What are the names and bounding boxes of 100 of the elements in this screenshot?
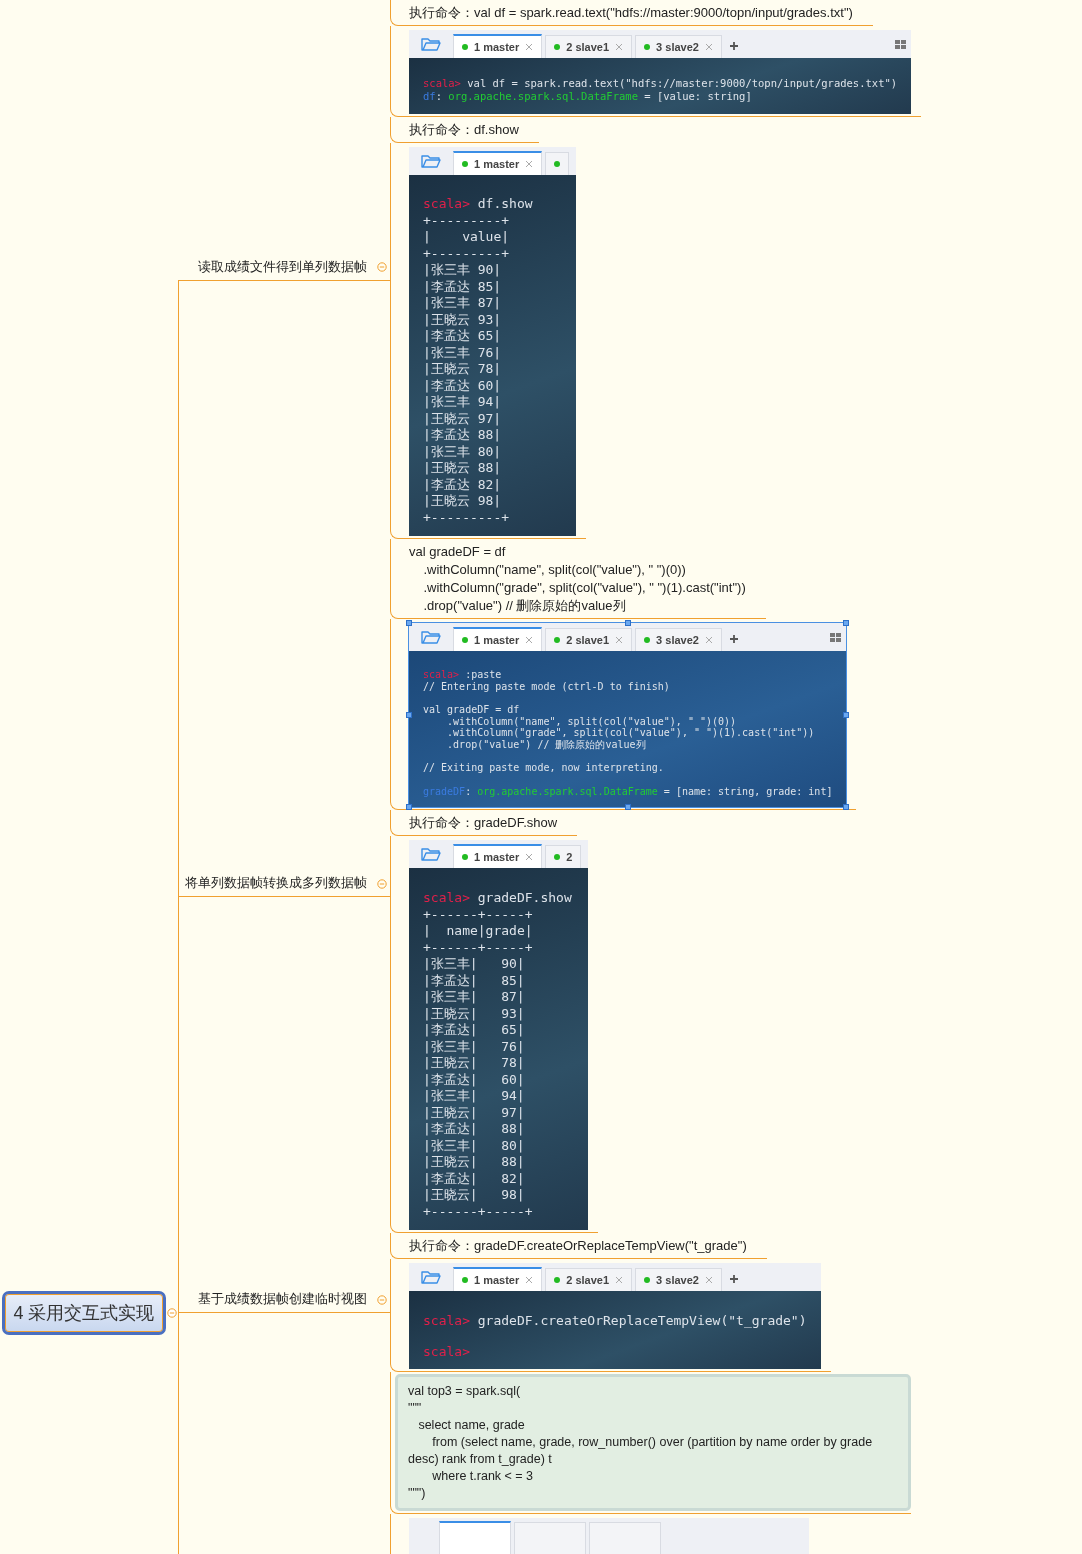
collapse-icon[interactable] — [167, 1308, 177, 1319]
terminal-line: scala> :paste — [423, 669, 503, 681]
terminal-line: |张三丰 87| — [423, 295, 503, 312]
grid-icon[interactable] — [830, 633, 843, 644]
terminal-tab[interactable]: 2 slave1 — [545, 35, 633, 58]
close-icon[interactable] — [615, 636, 624, 645]
terminal-line: |李孟达 85| — [423, 278, 503, 296]
topic-text: 执行命令：val df = spark.read.text("hdfs://master:9000/topn/input/grades.txt") — [409, 4, 853, 22]
terminal-line: +------+-----+ — [423, 939, 534, 957]
terminal-tab[interactable]: 1 master — [453, 1267, 543, 1292]
status-dot-icon — [462, 160, 468, 167]
terminal-line: |王晓云 78| — [423, 361, 503, 378]
terminal-line: scala> gradeDF.createOrReplaceTempView("t_grade") — [423, 1312, 807, 1329]
close-icon[interactable] — [615, 43, 624, 51]
terminal-line: +---------+ — [423, 509, 511, 527]
terminal-tab[interactable]: 3 slave2 — [635, 628, 722, 652]
selection-handle[interactable] — [406, 804, 412, 811]
terminal-line: |张三丰 80| — [423, 443, 503, 461]
status-dot-icon — [644, 637, 651, 644]
topic-text: 执行命令：gradeDF.show — [409, 814, 558, 833]
status-dot-icon — [554, 854, 561, 861]
folder-icon[interactable] — [421, 1269, 441, 1286]
close-icon[interactable] — [704, 43, 713, 51]
folder-icon[interactable] — [421, 629, 441, 646]
terminal-line: |李孟达 88| — [423, 427, 503, 444]
plus-icon[interactable] — [728, 41, 739, 51]
selection-handle[interactable] — [406, 620, 412, 627]
collapse-icon[interactable] — [377, 262, 387, 273]
folder-icon[interactable] — [421, 36, 441, 52]
branch-label[interactable]: 读取成绩文件得到单列数据帧 — [198, 258, 367, 276]
status-dot-icon — [462, 637, 468, 644]
status-dot-icon — [554, 637, 561, 644]
terminal-line: |李孟达| 60| — [423, 1071, 526, 1089]
selection-handle[interactable] — [843, 712, 850, 719]
terminal-line: // Entering paste mode (ctrl-D to finish) — [423, 680, 671, 693]
close-icon[interactable] — [525, 1276, 534, 1285]
close-icon[interactable] — [704, 636, 713, 645]
selection-handle[interactable] — [406, 712, 412, 719]
terminal-line: scala> val df = spark.read.text("hdfs://master:9000/topn/input/grades.txt") — [423, 76, 898, 91]
terminal-line: scala> — [423, 1343, 471, 1360]
terminal-tab[interactable] — [545, 151, 570, 175]
terminal-line: .withColumn("grade", split(col("value"), " ")(1).cast("int")) — [446, 727, 816, 739]
root-topic[interactable]: 4 采用交互式实现 — [2, 1291, 166, 1336]
close-icon[interactable] — [525, 159, 534, 168]
note-text: """) — [408, 1485, 427, 1503]
terminal-line: |张三丰 90| — [423, 262, 503, 279]
close-icon[interactable] — [615, 1276, 624, 1285]
terminal-line: |王晓云 98| — [423, 493, 503, 510]
selection-handle[interactable] — [843, 804, 850, 811]
close-icon[interactable] — [525, 43, 534, 51]
close-icon[interactable] — [704, 1276, 713, 1285]
terminal-line: scala> gradeDF.show — [423, 890, 573, 907]
folder-icon[interactable] — [421, 152, 441, 169]
terminal-line: |王晓云 93| — [423, 311, 503, 329]
selection-handle[interactable] — [843, 620, 850, 627]
terminal-line: +---------+ — [423, 212, 511, 230]
terminal-line: |张三丰| 94| — [423, 1088, 526, 1105]
grid-icon[interactable] — [895, 40, 908, 50]
plus-icon[interactable] — [728, 1274, 739, 1285]
terminal-line: |张三丰 94| — [423, 394, 503, 411]
terminal-line: |王晓云 97| — [423, 410, 503, 428]
terminal-tab[interactable]: 2 — [545, 845, 582, 869]
close-icon[interactable] — [525, 636, 534, 645]
note-text: """ — [408, 1400, 423, 1418]
topic-text: .withColumn("grade", split(col("value"), " ")(1).cast("int")) — [422, 579, 746, 598]
collapse-icon[interactable] — [377, 878, 387, 889]
terminal-tab[interactable]: 1 master — [453, 627, 543, 652]
terminal-line: |李孟达 65| — [423, 328, 503, 345]
terminal-line: |张三丰| 76| — [423, 1038, 526, 1056]
selection-handle[interactable] — [624, 804, 631, 811]
terminal-line: df: org.apache.spark.sql.DataFrame = [value: string] — [423, 90, 753, 104]
terminal-line: +------+-----+ — [423, 1203, 534, 1221]
note-text: select name, grade — [417, 1417, 526, 1435]
terminal-line: +------+-----+ — [423, 906, 534, 924]
close-icon[interactable] — [525, 853, 534, 862]
terminal-tab[interactable]: 1 master — [453, 34, 543, 58]
terminal-tab[interactable]: 2 slave1 — [545, 628, 633, 652]
note-text: val top3 = spark.sql( — [408, 1383, 522, 1401]
branch-label[interactable]: 将单列数据帧转换成多列数据帧 — [185, 875, 367, 893]
topic-text: .withColumn("name", split(col("value"), " ")(0)) — [422, 561, 687, 580]
plus-icon[interactable] — [728, 634, 739, 645]
status-dot-icon — [644, 1277, 651, 1284]
terminal-line: |李孟达| 82| — [423, 1170, 526, 1188]
terminal-line: |李孟达 82| — [423, 476, 503, 494]
terminal-tab[interactable]: 3 slave2 — [635, 1268, 722, 1292]
folder-icon[interactable] — [421, 846, 441, 863]
terminal-tab[interactable]: 1 master — [453, 844, 543, 869]
terminal-line: gradeDF: org.apache.spark.sql.DataFrame = [name: string, grade: int] — [423, 785, 833, 798]
terminal-line: |王晓云| 88| — [423, 1154, 526, 1171]
terminal-tab[interactable]: 1 master — [453, 150, 543, 175]
collapse-icon[interactable] — [377, 1294, 387, 1305]
terminal-tab[interactable]: 3 slave2 — [635, 35, 722, 58]
terminal-line: .drop("value") // 删除原始的value列 — [446, 738, 647, 751]
selection-handle[interactable] — [624, 620, 631, 627]
terminal-line: |李孟达| 65| — [423, 1022, 526, 1039]
topic-text: 执行命令：df.show — [409, 120, 519, 139]
terminal-line: |王晓云| 97| — [423, 1104, 526, 1122]
terminal-tab[interactable]: 2 slave1 — [545, 1268, 633, 1292]
note-text: where t.rank < = 3 — [431, 1468, 535, 1486]
branch-label[interactable]: 基于成绩数据帧创建临时视图 — [198, 1291, 367, 1309]
